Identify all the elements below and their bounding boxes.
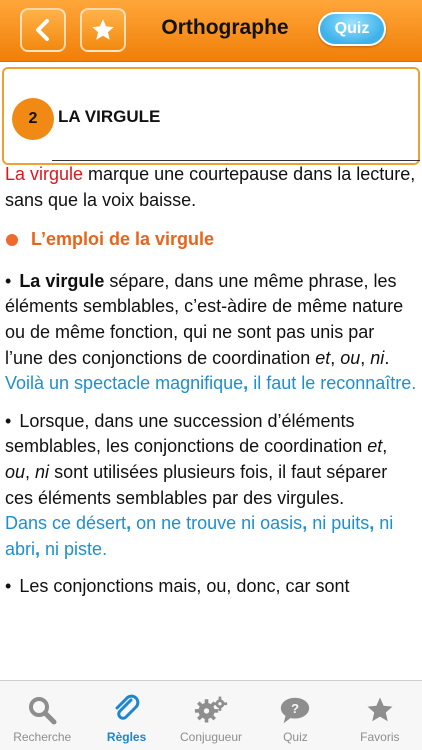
tab-label: Recherche <box>13 730 72 744</box>
rule1-sep: , <box>360 347 371 368</box>
section-header: 2 LA VIRGULE <box>2 67 420 165</box>
star-icon <box>363 693 397 727</box>
rule-paragraph-3: • Les conjonctions mais, ou, donc, car so… <box>5 574 417 600</box>
page-title: Orthographe <box>161 16 289 39</box>
subheading: L’emploi de la virgule <box>5 227 417 253</box>
intro-paragraph: La virgule marque une courtepause dans l… <box>5 162 417 213</box>
intro-term: La virgule <box>5 164 84 184</box>
search-icon <box>25 693 59 727</box>
rule1-example-b: il faut le reconnaître. <box>248 373 417 394</box>
quiz-button[interactable]: Quiz <box>318 12 386 46</box>
rule-paragraph-2: • Lorsque, dans une succession d’éléments… <box>5 409 417 563</box>
chevron-left-icon <box>36 19 49 41</box>
rule2-example-a: Dans ce désert <box>5 513 127 534</box>
rule2-conj-et: et <box>367 436 383 457</box>
rule2-example-e: ni piste. <box>40 538 108 559</box>
rule2-example-b: on ne trouve ni oasis <box>131 513 303 534</box>
tab-label: Règles <box>106 730 147 744</box>
tab-quiz[interactable]: ? Quiz <box>253 681 337 750</box>
section-underline <box>52 160 420 161</box>
rule-content: La virgule marque une courtepause dans l… <box>5 162 417 612</box>
tab-label: Favoris <box>360 730 400 744</box>
back-button[interactable] <box>20 8 66 52</box>
rule2-conj-ni: ni <box>35 461 50 482</box>
rule1-conj-et: et <box>315 347 331 368</box>
bullet-dot-icon <box>6 233 18 246</box>
tab-favoris[interactable]: Favoris <box>338 681 422 750</box>
tab-regles[interactable]: Règles <box>84 681 168 750</box>
quiz-bubble-icon: ? <box>278 693 312 727</box>
bullet-icon: • <box>5 410 12 431</box>
rule2-sep: , <box>25 461 36 482</box>
rule1-sep: , <box>330 347 341 368</box>
section-title: LA VIRGULE <box>58 107 161 126</box>
rule1-example: Voilà un spectacle magnifique, il faut l… <box>5 373 416 393</box>
rule2-example: Dans ce désert, on ne trouve ni oasis, n… <box>5 513 393 559</box>
tab-label: Conjugueur <box>179 730 243 744</box>
rule3-text: Les conjonctions mais, ou, donc, car son… <box>19 576 350 597</box>
gears-icon <box>194 693 228 727</box>
section-number-badge: 2 <box>12 98 54 140</box>
rule1-conj-ou: ou <box>340 347 361 368</box>
star-icon <box>92 19 114 40</box>
rule2-example-c: ni puits <box>307 513 370 534</box>
rule2-text-a: Lorsque, dans une succession d’éléments … <box>5 410 368 457</box>
rule2-text-b: sont utilisées plusieurs fois, il faut s… <box>5 461 388 508</box>
rule-paragraph-1: • La virgule sépare, dans une même phrase… <box>5 269 417 397</box>
tab-bar: Recherche Règles Conjugueur ? Quiz Favor… <box>0 680 422 750</box>
rule1-example-a: Voilà un spectacle magnifique <box>5 373 244 394</box>
rule2-sep: , <box>382 436 388 457</box>
tab-label: Quiz <box>283 730 308 744</box>
bullet-icon: • <box>5 576 12 597</box>
rule1-end: . <box>384 347 390 368</box>
rule1-term: La virgule <box>19 270 105 291</box>
svg-text:?: ? <box>291 701 299 716</box>
paperclip-icon <box>110 693 144 727</box>
app-header: Orthographe Quiz <box>0 0 422 62</box>
favorite-button[interactable] <box>80 8 126 52</box>
tab-recherche[interactable]: Recherche <box>0 681 84 750</box>
bullet-icon: • <box>5 270 12 291</box>
rule1-conj-ni: ni <box>370 347 385 368</box>
tab-conjugueur[interactable]: Conjugueur <box>169 681 253 750</box>
rule2-conj-ou: ou <box>5 461 26 482</box>
subheading-text: L’emploi de la virgule <box>31 229 215 250</box>
